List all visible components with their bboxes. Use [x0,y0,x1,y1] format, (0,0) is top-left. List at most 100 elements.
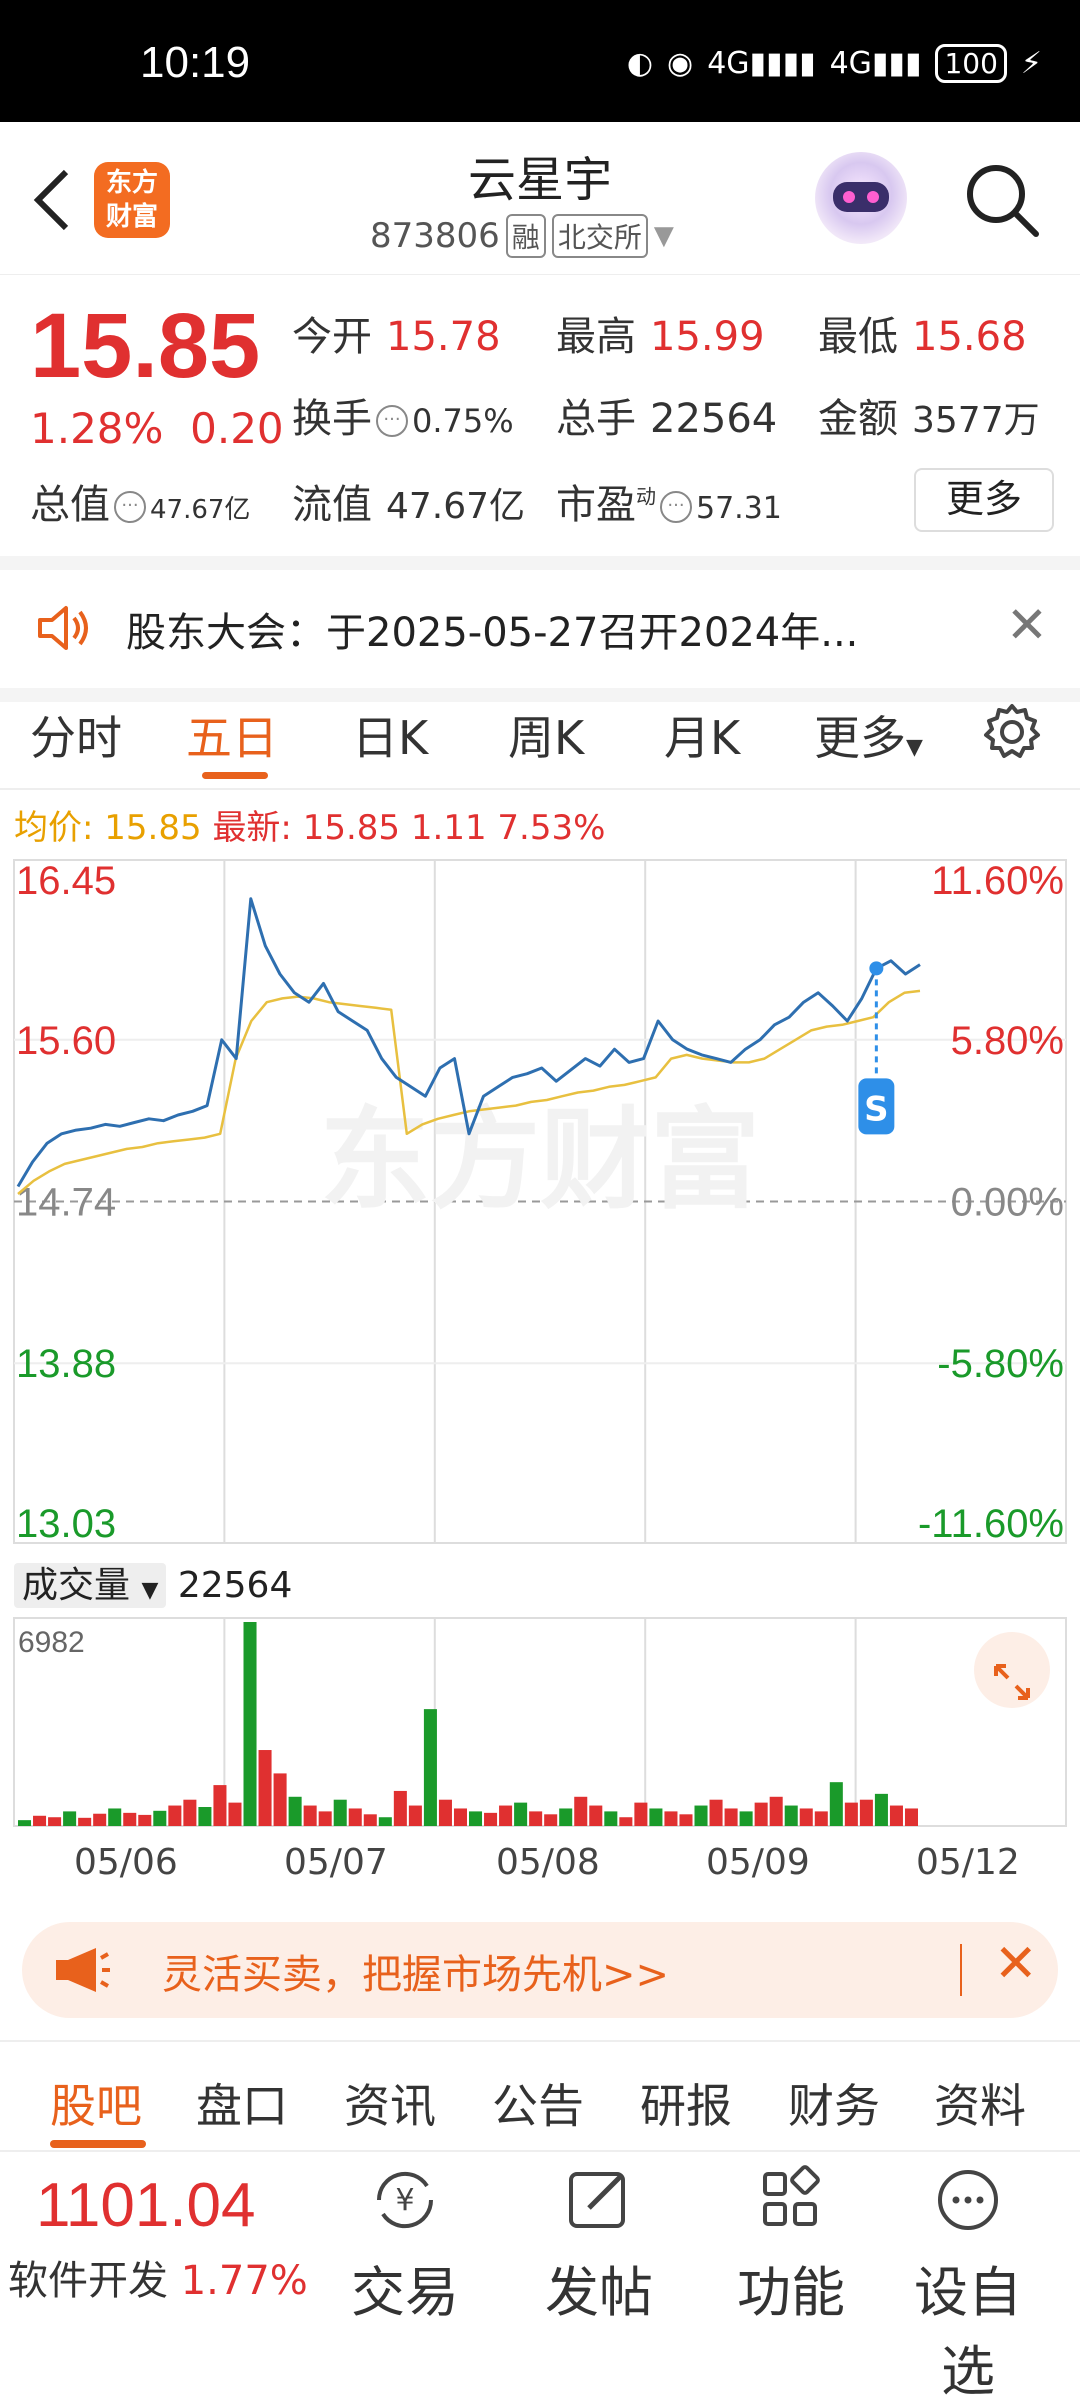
volume-bar [243,1622,257,1826]
tab-more[interactable]: 更多▼ [814,702,923,768]
date-label: 05/06 [74,1842,178,1883]
volume-bar [168,1805,182,1826]
current-price: 15.85 [30,295,261,397]
gear-icon[interactable] [980,700,1044,764]
notice-bar[interactable]: 股东大会：于2025-05-27召开2024年... ✕ [0,556,1080,702]
tab-news[interactable]: 资讯 [344,2070,436,2136]
notice-close-icon[interactable]: ✕ [1006,596,1048,654]
speaker-icon [38,606,88,650]
mktcap-item[interactable]: 总值 ··· 47.67亿 [30,472,250,530]
more-button[interactable]: 更多 [914,468,1054,532]
volume-bar [484,1812,498,1826]
y-right-tick-label: 0.00% [951,1181,1064,1225]
volume-bar [589,1805,603,1826]
signal-4g-2-icon: 4G▮▮▮ [829,46,922,81]
tab-announcement[interactable]: 公告 [492,2070,584,2136]
trade-button[interactable]: ¥ 交易 [330,2160,480,2327]
status-time: 10:19 [140,38,251,87]
date-label: 05/09 [706,1842,810,1883]
info-tabs: 股吧 盘口 资讯 公告 研报 财务 资料 [0,2040,1080,2152]
volume-bar [453,1808,467,1826]
volume-bar [874,1793,888,1826]
volume-bar [138,1814,152,1826]
amount-value: 3577万 [912,400,1040,441]
high-value: 15.99 [650,314,765,360]
battery-level: 100 [935,44,1007,83]
exchange-tag: 北交所 [551,214,648,258]
more-circle-icon [938,2170,998,2230]
low-value: 15.68 [912,314,1027,360]
volume-bar [904,1808,918,1826]
volume-bar [33,1815,47,1826]
pe-label: 市盈 [556,482,636,528]
function-button[interactable]: 功能 [716,2160,866,2327]
stock-subtitle[interactable]: 873806 融 北交所 ▼ [370,214,674,258]
latest-label: 最新: [212,808,292,848]
tab-five-day[interactable]: 五日 [186,702,278,768]
volume-bar [769,1796,783,1826]
y-left-tick-label: 13.88 [16,1342,116,1386]
more-dots-icon: ··· [114,491,146,523]
volume-bar [634,1802,648,1826]
tab-research[interactable]: 研报 [640,2070,732,2136]
volume-bar [438,1799,452,1826]
volume-bar [78,1817,92,1826]
y-right-tick-label: -5.80% [937,1342,1064,1386]
volume-bar [123,1812,137,1826]
tab-daily-k[interactable]: 日K [352,702,428,768]
volume-bar [844,1802,858,1826]
volume-bar [153,1810,167,1826]
volume-label: 总手 [556,396,636,442]
volume-value: 22564 [650,396,778,442]
avg-value: 15.85 [104,808,202,848]
volume-indicator-select[interactable]: 成交量 ▼ [14,1563,167,1608]
turnover-item[interactable]: 换手 ··· 0.75% [292,386,514,444]
volume-bar [679,1814,693,1826]
promo-close-icon[interactable]: ✕ [994,1934,1038,1994]
tab-weekly-k[interactable]: 周K [508,702,584,768]
tab-pankou[interactable]: 盘口 [196,2070,288,2136]
volume-bar [649,1808,663,1826]
watchlist-label: 设自选 [914,2261,1022,2403]
yen-exchange-icon: ¥ [376,2171,434,2229]
five-day-chart[interactable]: 东方财富 16.45 15.60 14.74 13.88 13.03 11.60% 5.80%… [0,858,1080,1838]
signal-4g-icon: 4G▮▮▮▮ [707,46,816,81]
low-item: 最低 15.68 [818,304,1027,362]
dropdown-arrow-icon: ▼ [141,1578,159,1603]
volume-bar [378,1817,392,1826]
trade-label: 交易 [351,2261,459,2324]
assistant-robot-icon[interactable] [815,152,907,244]
post-button[interactable]: 发帖 [524,2160,674,2327]
volume-total: 22564 [177,1565,293,1606]
post-label: 发帖 [545,2261,653,2324]
pe-sup: 动 [636,484,656,509]
pe-item[interactable]: 市盈动 ··· 57.31 [556,472,782,530]
active-info-tab-indicator [50,2140,146,2148]
tab-profile[interactable]: 资料 [934,2070,1026,2136]
change-value: 0.20 [190,404,284,453]
volume-bar [318,1811,332,1826]
stock-header: 东方 财富 云星宇 873806 融 北交所 ▼ [0,122,1080,275]
margin-tag: 融 [505,214,546,258]
add-watchlist-button[interactable]: 设自选 [888,2160,1048,2406]
status-icons: ◐ ◉ 4G▮▮▮▮ 4G▮▮▮ 100 ⚡ [627,44,1042,83]
tab-finance[interactable]: 财务 [788,2070,880,2136]
volume-area-frame [13,1617,1067,1827]
volume-bar [514,1802,528,1826]
tab-guba[interactable]: 股吧 [50,2070,142,2136]
promo-banner[interactable]: 灵活买卖，把握市场先机>> ✕ [22,1922,1058,2018]
volume-header[interactable]: 成交量 ▼ 22564 [14,1556,292,1608]
price-summary-line: 均价: 15.85 最新: 15.85 1.11 7.53% [14,800,605,849]
date-label: 05/12 [916,1842,1020,1883]
change-pct: 1.28% [30,404,164,453]
search-button[interactable] [962,160,1042,240]
volume-bar [574,1796,588,1826]
volume-bar [709,1799,723,1826]
tab-monthly-k[interactable]: 月K [664,702,740,768]
volume-bar [814,1811,828,1826]
sector-index-value: 1101.04 [36,2171,256,2240]
tab-minute[interactable]: 分时 [30,702,122,768]
status-bar: 10:19 ◐ ◉ 4G▮▮▮▮ 4G▮▮▮ 100 ⚡ [0,0,1080,122]
tab-more-label: 更多 [814,711,906,765]
volume-bar [108,1808,122,1826]
